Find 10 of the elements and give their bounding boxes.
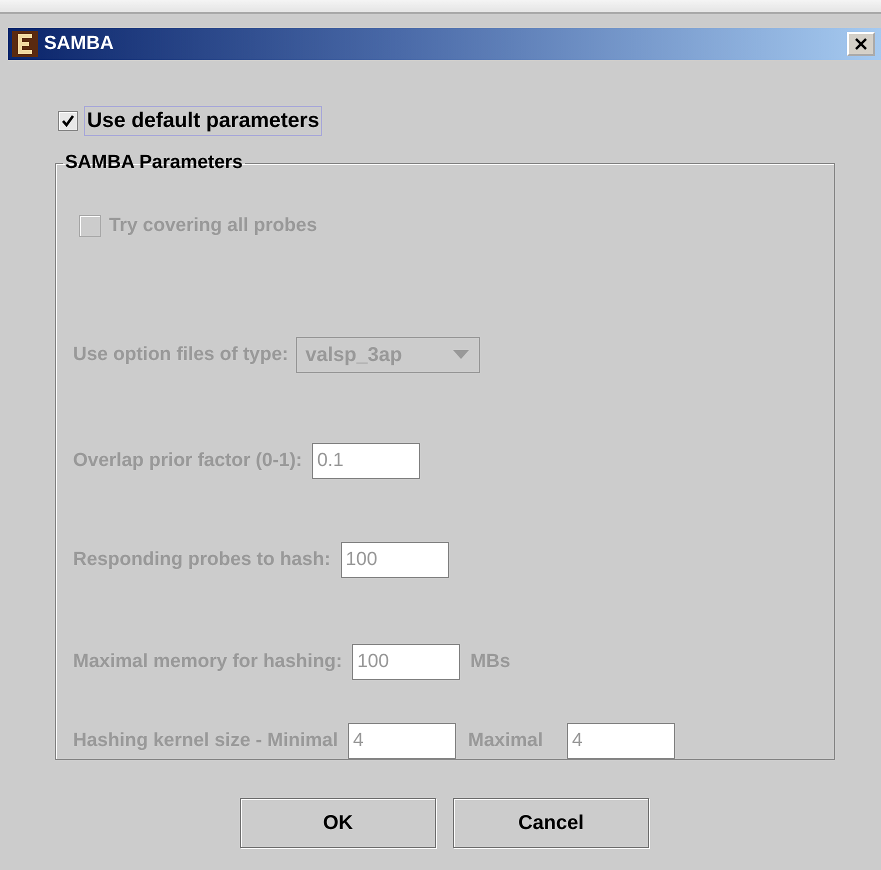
dialog-button[interactable]: Cancel: [453, 798, 649, 848]
close-icon: [853, 36, 869, 52]
close-button[interactable]: [847, 32, 875, 56]
app-icon: [12, 31, 38, 57]
dropdown-arrow-icon: [453, 350, 470, 360]
checkbox[interactable]: [58, 111, 78, 131]
checkbox-label[interactable]: Use default parameters: [84, 106, 322, 136]
dialog-button[interactable]: OK: [240, 798, 436, 848]
window-title: SAMBA: [44, 33, 115, 55]
group-title: SAMBA Parameters: [64, 152, 244, 174]
